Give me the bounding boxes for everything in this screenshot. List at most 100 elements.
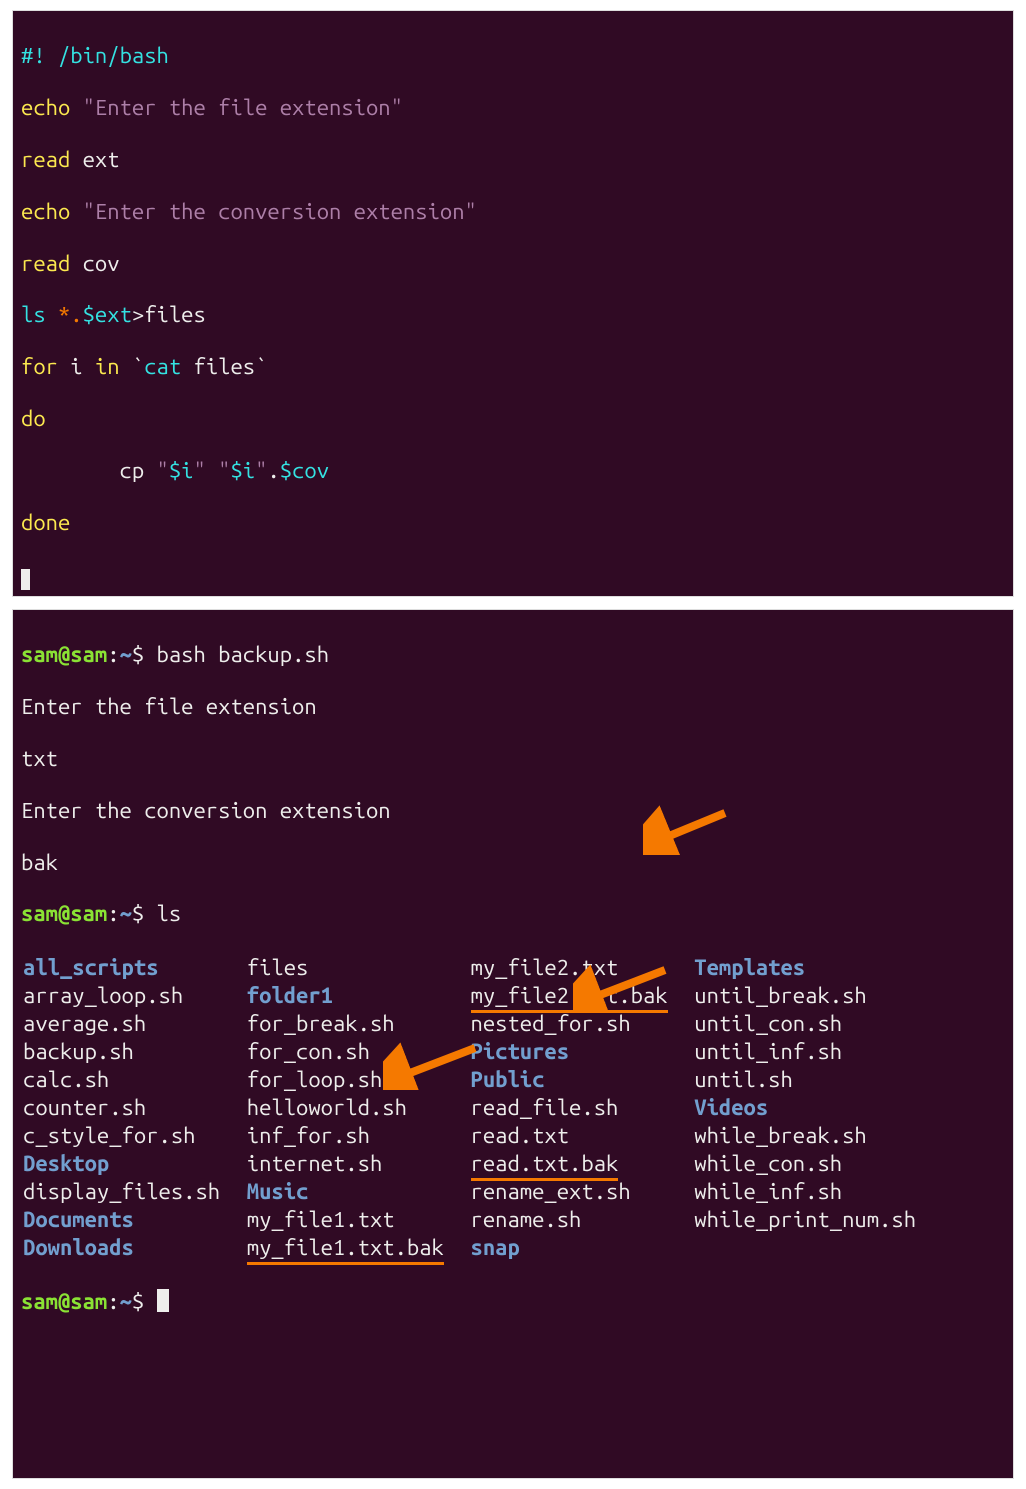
ls-entry: Downloads (23, 1235, 245, 1261)
read-arg: ext (83, 147, 120, 172)
cp-sp (206, 458, 218, 483)
ls-entry: calc.sh (23, 1067, 245, 1093)
cp-indent: cp (21, 458, 157, 483)
ls-entry: for_loop.sh (247, 1067, 469, 1093)
ls-entry: backup.sh (23, 1039, 245, 1065)
ls-entry: folder1 (247, 983, 469, 1009)
ls-entry: while_inf.sh (694, 1179, 940, 1205)
ls-entry: inf_for.sh (247, 1123, 469, 1149)
ls-entry: Pictures (471, 1039, 693, 1065)
script-line-ls: ls *.$ext>files (21, 302, 1005, 328)
ls-entry: helloworld.sh (247, 1095, 469, 1121)
cp-q: " (194, 458, 206, 483)
ls-entry: while_con.sh (694, 1151, 940, 1177)
prompt-path: ~ (120, 901, 132, 926)
ls-row: average.shfor_break.shnested_for.shuntil… (23, 1011, 941, 1037)
ls-entry: array_loop.sh (23, 983, 245, 1009)
script-line-read1: read ext (21, 147, 1005, 173)
ls-entry: while_print_num.sh (694, 1207, 940, 1233)
script-editor-panel: #! /bin/bash echo "Enter the file extens… (12, 10, 1014, 597)
ls-entry: display_files.sh (23, 1179, 245, 1205)
in-kw: in (95, 354, 120, 379)
cp-q: " (255, 458, 267, 483)
prompt-sep: : (107, 901, 119, 926)
do-kw: do (21, 406, 46, 431)
ls-entry: c_style_for.sh (23, 1123, 245, 1149)
ls-row: backup.shfor_con.shPicturesuntil_inf.sh (23, 1039, 941, 1065)
echo-cmd: echo (21, 95, 83, 120)
ls-entry: until_inf.sh (694, 1039, 940, 1065)
terminal-output: Enter the file extension (21, 694, 1005, 720)
terminal-line-prompt[interactable]: sam@sam:~$ (21, 1289, 1005, 1315)
ls-row: Desktopinternet.shread.txt.bakwhile_con.… (23, 1151, 941, 1177)
terminal-line: sam@sam:~$ ls (21, 901, 1005, 927)
read-cmd: read (21, 251, 83, 276)
cp-q: " (218, 458, 230, 483)
ls-entry: Videos (694, 1095, 940, 1121)
script-line-do: do (21, 406, 1005, 432)
ls-entry: snap (471, 1235, 693, 1261)
cp-var: $i (230, 458, 255, 483)
prompt-dollar: $ (132, 642, 157, 667)
prompt-path: ~ (120, 1289, 132, 1314)
prompt-dollar: $ (132, 1289, 157, 1314)
cp-dot: . (267, 458, 279, 483)
prompt-dollar: $ (132, 901, 157, 926)
ls-entry: rename.sh (471, 1207, 693, 1233)
done-kw: done (21, 510, 70, 535)
cp-var: $i (169, 458, 194, 483)
terminal-line: sam@sam:~$ bash backup.sh (21, 642, 1005, 668)
ls-row: Downloadsmy_file1.txt.baksnap (23, 1235, 941, 1261)
ls-row: array_loop.shfolder1my_file2.txt.bakunti… (23, 983, 941, 1009)
ls-entry: nested_for.sh (471, 1011, 693, 1037)
ls-entry: for_break.sh (247, 1011, 469, 1037)
ls-entry: for_con.sh (247, 1039, 469, 1065)
ls-entry: internet.sh (247, 1151, 469, 1177)
ls-entry: average.sh (23, 1011, 245, 1037)
ls-entry: my_file1.txt (247, 1207, 469, 1233)
echo-string: "Enter the conversion extension" (83, 199, 477, 224)
ls-entry: my_file1.txt.bak (247, 1235, 469, 1261)
prompt-sep: : (107, 1289, 119, 1314)
terminal-input: bak (21, 850, 1005, 876)
script-line-cp: cp "$i" "$i".$cov (21, 458, 1005, 484)
terminal-output: Enter the conversion extension (21, 798, 1005, 824)
script-line-for: for i in `cat files` (21, 354, 1005, 380)
ls-entry: until_break.sh (694, 983, 940, 1009)
backtick-close: ` (255, 354, 267, 379)
ls-entry: all_scripts (23, 955, 245, 981)
ls-row: c_style_for.shinf_for.shread.txtwhile_br… (23, 1123, 941, 1149)
prompt-sep: : (107, 642, 119, 667)
editor-cursor (21, 569, 30, 590)
echo-string: "Enter the file extension" (83, 95, 403, 120)
ls-entry: Desktop (23, 1151, 245, 1177)
ls-entry: Documents (23, 1207, 245, 1233)
ls-entry (694, 1235, 940, 1261)
ls-entry: files (247, 955, 469, 981)
terminal-panel[interactable]: sam@sam:~$ bash backup.sh Enter the file… (12, 609, 1014, 1480)
ls-glob: *. (58, 302, 83, 327)
prompt-user: sam@sam (21, 642, 107, 667)
ls-entry: Music (247, 1179, 469, 1205)
ls-entry: read.txt.bak (471, 1151, 693, 1177)
echo-cmd: echo (21, 199, 83, 224)
ls-redir: > (132, 302, 144, 327)
script-line-read2: read cov (21, 251, 1005, 277)
ls-entry: Templates (694, 955, 940, 981)
cat-cmd: cat (144, 354, 181, 379)
shebang-path: /bin/bash (58, 43, 169, 68)
cp-q: " (157, 458, 169, 483)
ls-target: files (144, 302, 206, 327)
read-cmd: read (21, 147, 83, 172)
ls-entry: Public (471, 1067, 693, 1093)
ls-cmd: ls (21, 302, 58, 327)
ls-entry: counter.sh (23, 1095, 245, 1121)
prompt-user: sam@sam (21, 901, 107, 926)
script-line-echo2: echo "Enter the conversion extension" (21, 199, 1005, 225)
ls-row: calc.shfor_loop.shPublicuntil.sh (23, 1067, 941, 1093)
prompt-path: ~ (120, 642, 132, 667)
ls-entry: rename_ext.sh (471, 1179, 693, 1205)
ls-entry: read.txt (471, 1123, 693, 1149)
ls-entry: while_break.sh (694, 1123, 940, 1149)
typed-command: bash backup.sh (157, 642, 329, 667)
